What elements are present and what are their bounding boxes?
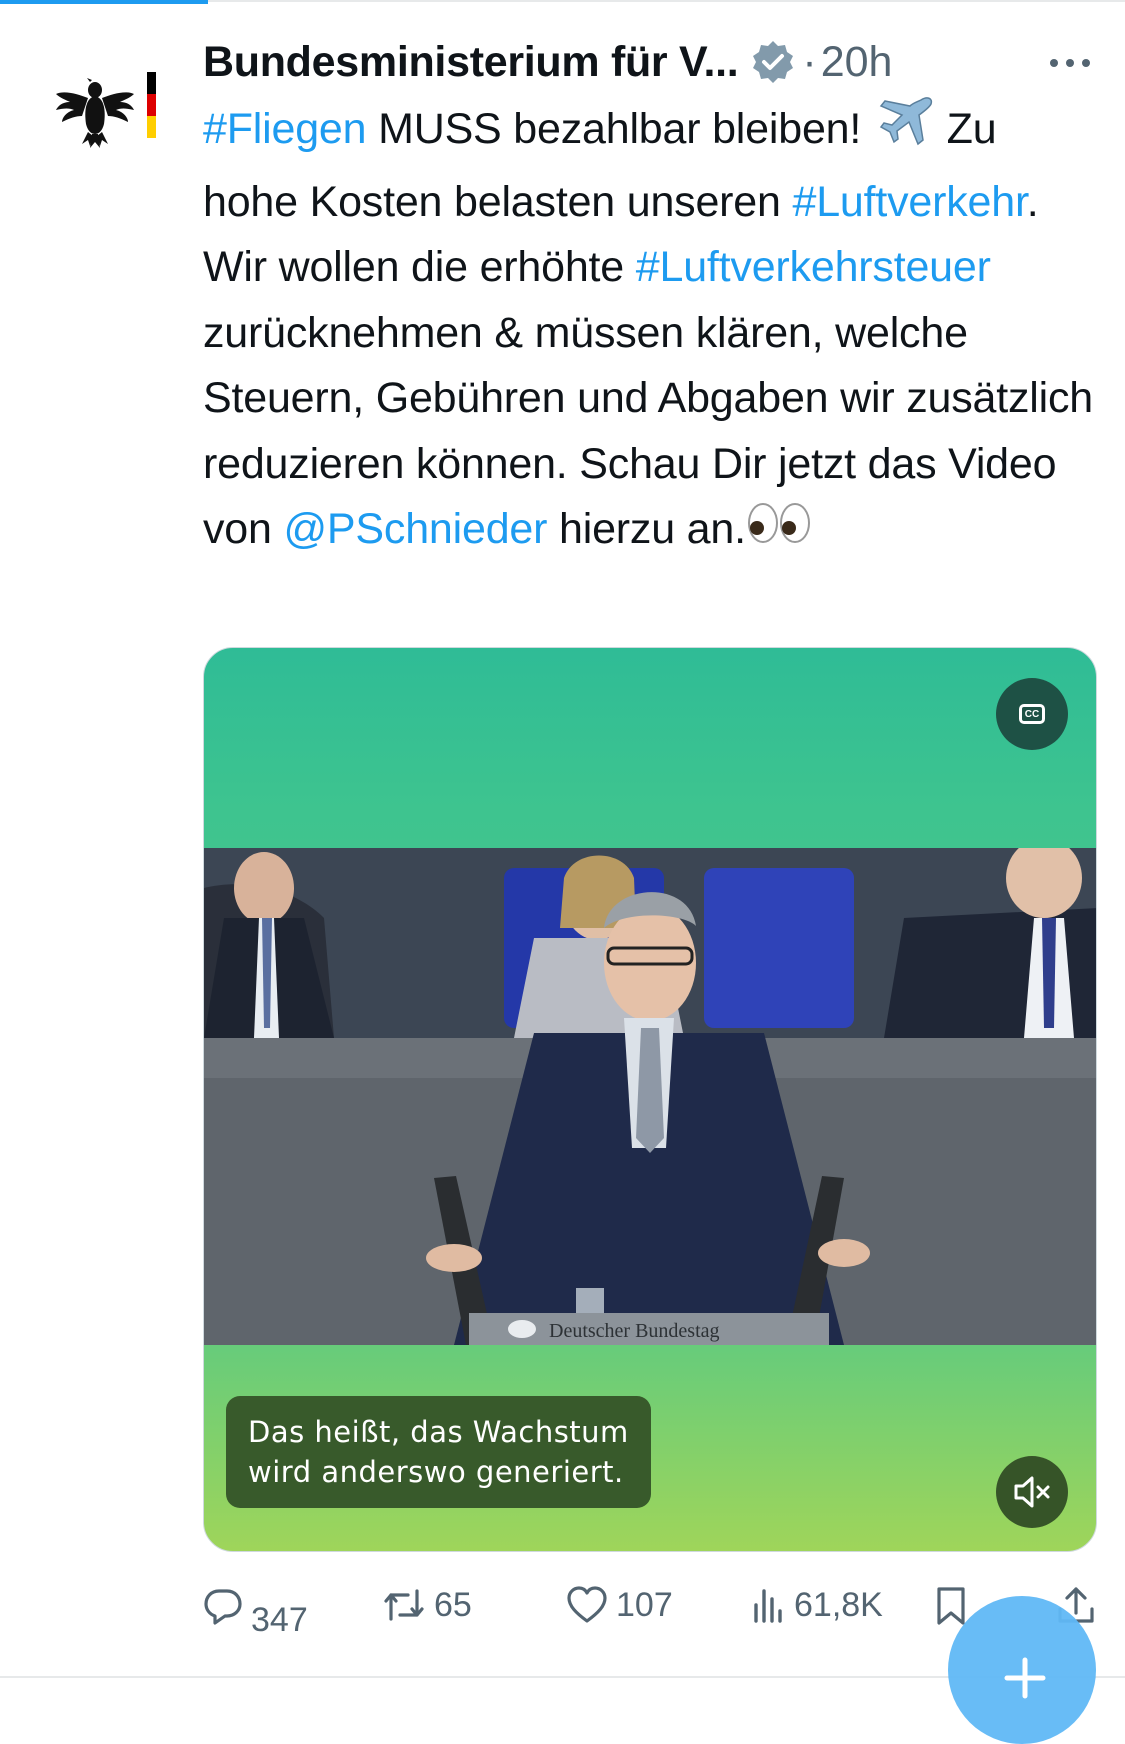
video-caption: Das heißt, das Wachstum wird anderswo ge… bbox=[226, 1396, 651, 1508]
closed-captions-button[interactable]: CC bbox=[996, 678, 1068, 750]
like-count: 107 bbox=[616, 1585, 673, 1624]
federal-eagle-logo-icon bbox=[56, 72, 156, 148]
bookmark-icon bbox=[937, 1587, 965, 1625]
views-chart-icon bbox=[754, 1589, 782, 1623]
separator-dot: · bbox=[802, 37, 817, 86]
eyes-emoji-icon bbox=[746, 499, 812, 565]
mute-button[interactable] bbox=[996, 1456, 1068, 1528]
author-name[interactable]: Bundesministerium für V... bbox=[203, 38, 739, 87]
plus-icon bbox=[1004, 1657, 1046, 1699]
retweet-count: 65 bbox=[434, 1585, 472, 1624]
caption-line: Das heißt, das Wachstum bbox=[248, 1415, 629, 1449]
video-frame-parliament-speaker: Deutscher Bundestag bbox=[204, 848, 1096, 1345]
verified-badge-icon[interactable] bbox=[750, 39, 796, 85]
tweet-text-part: hierzu an. bbox=[547, 505, 746, 553]
views-button[interactable]: 61,8K bbox=[752, 1585, 883, 1625]
tweet-text: #Fliegen MUSS bezahlbar bleiben! Zu hohe… bbox=[203, 94, 1093, 564]
reply-count: 347 bbox=[251, 1601, 308, 1639]
tweet-header: Bundesministerium für V... · 20h bbox=[203, 32, 1103, 92]
cc-icon: CC bbox=[1019, 704, 1045, 724]
author-avatar[interactable] bbox=[50, 68, 180, 158]
hashtag-luftverkehr[interactable]: #Luftverkehr bbox=[792, 178, 1026, 226]
speaker-muted-icon bbox=[1014, 1476, 1050, 1508]
retweet-button[interactable]: 65 bbox=[382, 1585, 472, 1625]
hashtag-fliegen[interactable]: #Fliegen bbox=[203, 105, 367, 153]
retweet-icon bbox=[384, 1589, 424, 1621]
mention-pschnieder[interactable]: @PSchnieder bbox=[283, 505, 547, 553]
reply-button[interactable]: 347 bbox=[203, 1585, 308, 1639]
reply-icon bbox=[204, 1589, 242, 1625]
more-icon[interactable] bbox=[1046, 48, 1096, 78]
tab-indicator bbox=[0, 0, 208, 4]
tweet-time[interactable]: 20h bbox=[821, 38, 893, 87]
podium-label: Deutscher Bundestag bbox=[549, 1320, 720, 1342]
airplane-emoji-icon bbox=[873, 94, 935, 170]
bookmark-button[interactable] bbox=[934, 1585, 968, 1627]
views-count: 61,8K bbox=[794, 1585, 883, 1624]
like-button[interactable]: 107 bbox=[566, 1585, 673, 1625]
caption-line: wird anderswo generiert. bbox=[248, 1455, 624, 1489]
tweet-text-part: MUSS bezahlbar bleiben! bbox=[366, 105, 873, 154]
video-player[interactable]: CC Deutscher Bundestag Das heißt, das Wa… bbox=[203, 647, 1097, 1552]
heart-icon bbox=[567, 1586, 607, 1623]
hashtag-luftverkehrsteuer[interactable]: #Luftverkehrsteuer bbox=[636, 243, 991, 291]
